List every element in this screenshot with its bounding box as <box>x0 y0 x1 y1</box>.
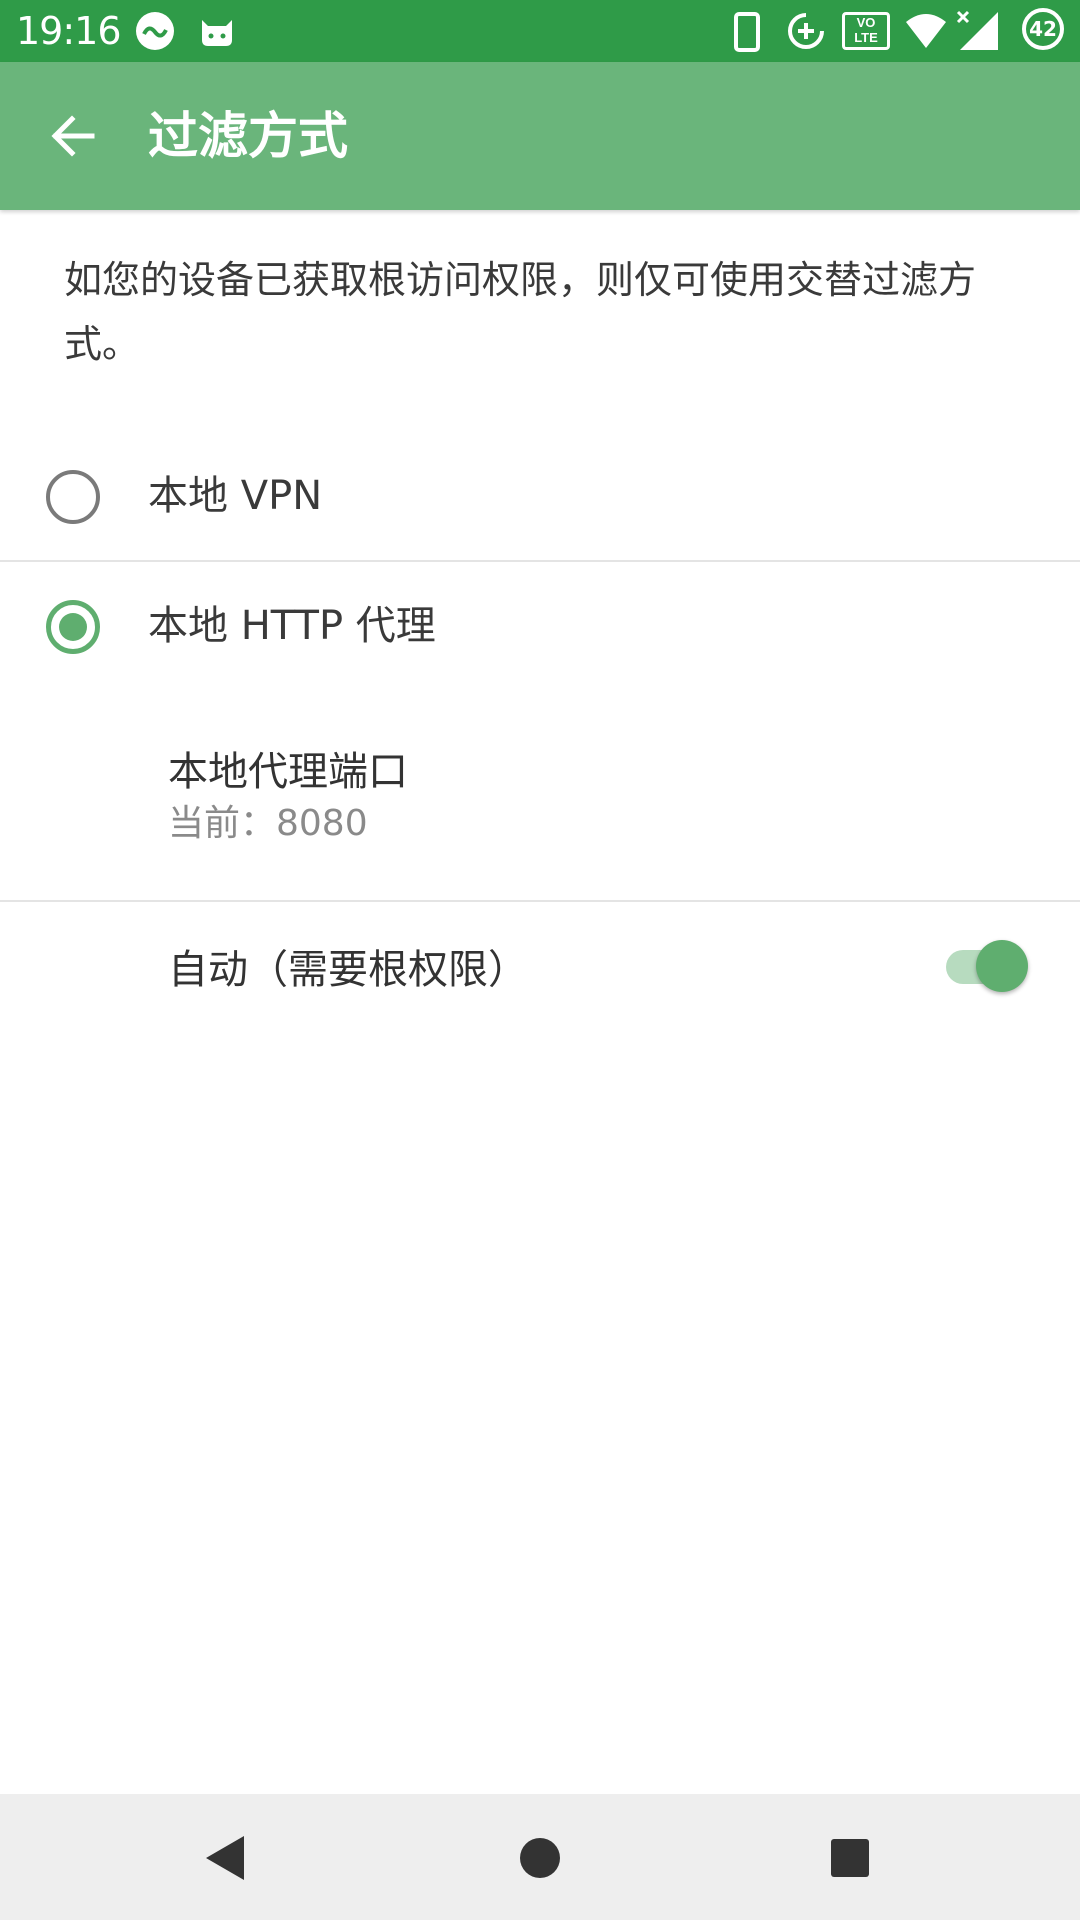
pref-auto-root[interactable]: 自动（需要根权限） <box>0 912 1080 1022</box>
radio-dot <box>59 613 87 641</box>
battery-level: 42 <box>1029 17 1057 41</box>
description-text: 如您的设备已获取根访问权限，则仅可使用交替过滤方式。 <box>64 258 977 366</box>
app-bar: 过滤方式 <box>0 62 1080 210</box>
pref-proxy-port-title: 本地代理端口 <box>168 749 408 795</box>
navigation-bar <box>0 1794 1080 1920</box>
back-triangle-icon[interactable] <box>166 1794 286 1920</box>
status-time: 19:16 <box>16 9 122 53</box>
divider <box>0 560 1080 562</box>
volte-bottom-label: LTE <box>854 30 878 45</box>
option-label-local-vpn: 本地 VPN <box>148 473 323 519</box>
app-notification-icon <box>136 12 174 50</box>
phone-icon <box>734 12 760 52</box>
pref-auto-root-label: 自动（需要根权限） <box>168 947 528 993</box>
home-circle-icon[interactable] <box>480 1794 600 1920</box>
wifi-icon <box>906 14 946 48</box>
signal-icon <box>956 10 998 50</box>
battery-icon: 42 <box>1022 8 1064 50</box>
volte-icon: VO LTE <box>842 12 890 50</box>
pref-proxy-port[interactable]: 本地代理端口 当前：8080 <box>0 730 1080 900</box>
volte-top-label: VO <box>856 15 876 30</box>
recents-square-icon[interactable] <box>790 1794 910 1920</box>
option-local-vpn[interactable]: 本地 VPN <box>0 456 1080 560</box>
cat-app-icon <box>202 20 232 46</box>
page-title: 过滤方式 <box>148 107 348 165</box>
data-saver-icon <box>788 13 824 49</box>
pref-proxy-port-summary: 当前：8080 <box>168 803 368 844</box>
radio-button-checked[interactable] <box>46 600 100 654</box>
option-label-local-http-proxy: 本地 HTTP 代理 <box>148 603 436 649</box>
option-local-http-proxy[interactable]: 本地 HTTP 代理 <box>0 586 1080 690</box>
auto-root-switch-thumb[interactable] <box>976 940 1028 992</box>
back-arrow-icon[interactable] <box>44 106 104 166</box>
status-bar: 19:16 VO LTE 42 <box>0 0 1080 62</box>
radio-button-unchecked[interactable] <box>46 470 100 524</box>
divider <box>0 900 1080 902</box>
